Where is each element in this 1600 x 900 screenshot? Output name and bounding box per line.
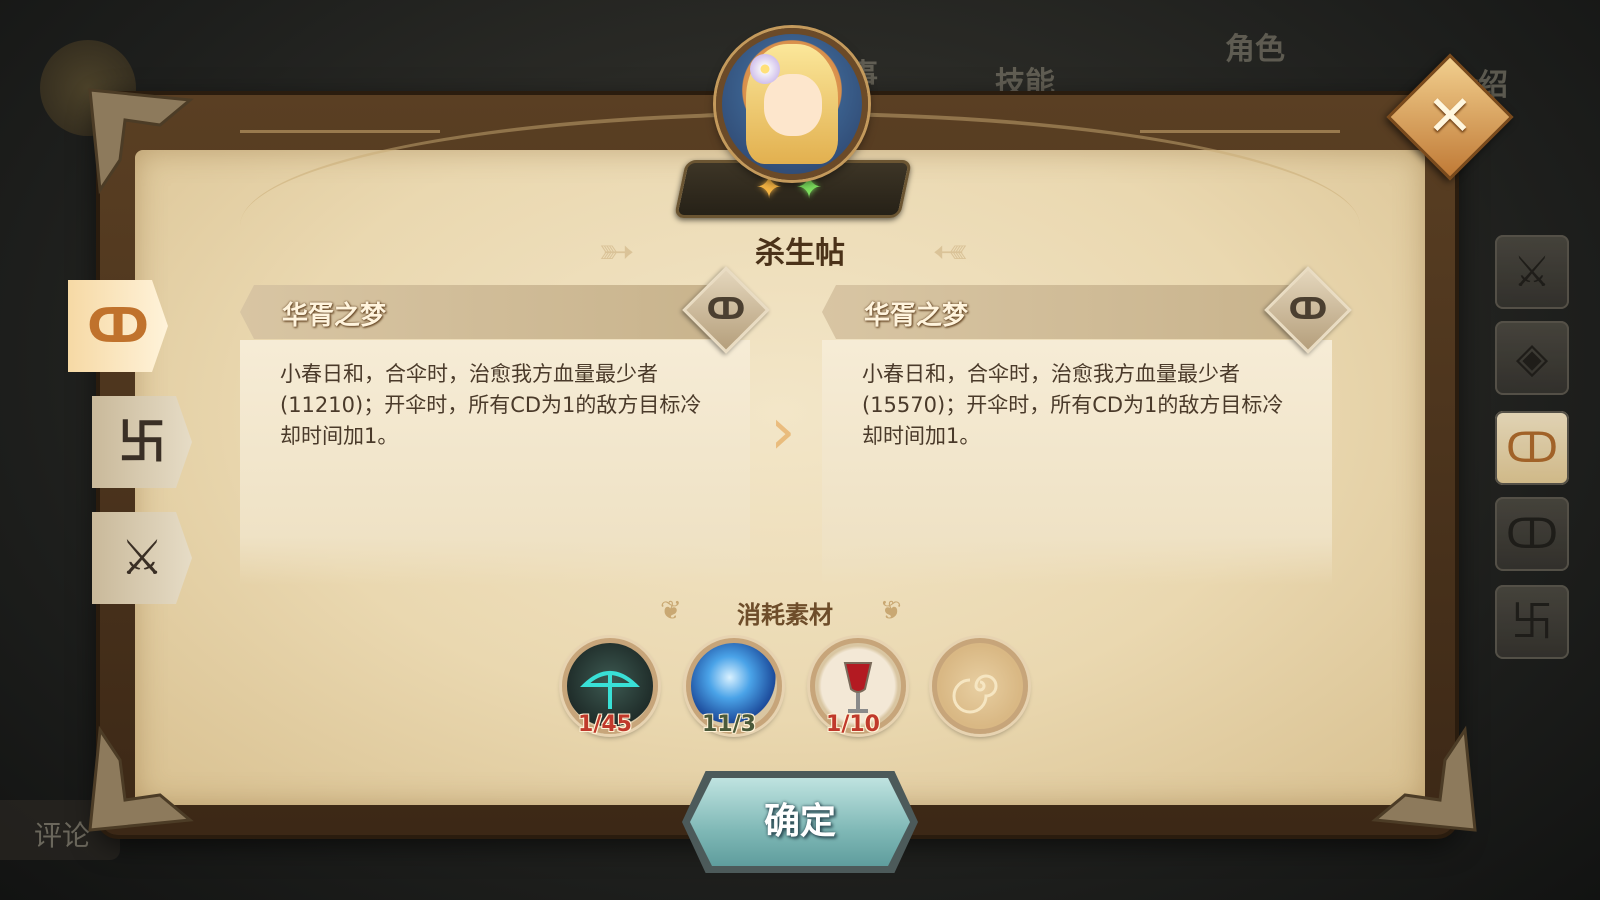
frame-line-right: [1140, 130, 1340, 133]
character-avatar: [716, 28, 868, 180]
close-icon: ✕: [1426, 84, 1474, 149]
bg-tab-character[interactable]: 角色: [1225, 24, 1285, 68]
crossed-swords-icon[interactable]: ⚔: [1495, 235, 1569, 309]
material-count: 1/10: [826, 712, 880, 737]
materials-title: 消耗素材: [737, 601, 833, 629]
material-count: 11/3: [702, 712, 756, 737]
corner-ornament-bottom-left: [80, 720, 200, 840]
tab-pattern[interactable]: 卐: [92, 396, 192, 488]
wing-right-icon: ❦: [880, 596, 902, 626]
swirl-icon: ↀ: [706, 292, 746, 327]
confirm-button[interactable]: 确定: [690, 778, 910, 866]
diamond-emblem-icon[interactable]: ◈: [1495, 321, 1569, 395]
flame-swirl-icon[interactable]: ↀ: [1495, 411, 1569, 485]
material-gold-swirl-coin[interactable]: [932, 638, 1028, 734]
wing-left-icon: ❦: [660, 596, 682, 626]
current-skill-card: 华胥之梦 ↀ 小春日和，合伞时，治愈我方血量最少者(11210)；开伞时，所有C…: [240, 266, 770, 585]
tab-crossed-swords[interactable]: ⚔: [92, 512, 192, 604]
pattern-icon[interactable]: 卐: [1495, 585, 1569, 659]
avatar-face: [764, 74, 822, 136]
skill-name: 华胥之梦: [282, 301, 387, 331]
flower-icon: [750, 54, 780, 84]
swirl-icon[interactable]: ↀ: [1495, 497, 1569, 571]
skill-description: 小春日和，合伞时，治愈我方血量最少者(15570)；开伞时，所有CD为1的敌方目…: [862, 362, 1284, 448]
next-skill-card: 华胥之梦 ↀ 小春日和，合伞时，治愈我方血量最少者(15570)；开伞时，所有C…: [822, 266, 1352, 585]
skill-name: 华胥之梦: [864, 301, 969, 331]
confirm-label: 确定: [763, 801, 836, 842]
skill-description: 小春日和，合伞时，治愈我方血量最少者(11210)；开伞时，所有CD为1的敌方目…: [280, 362, 702, 448]
upgrade-arrow-icon: ›: [770, 395, 796, 469]
title-arrow-right-icon: ➳: [932, 226, 969, 277]
material-count: 1/45: [578, 712, 632, 737]
frame-line-left: [240, 130, 440, 133]
tab-skill-upgrade[interactable]: ↀ: [68, 280, 168, 372]
corner-ornament-bottom-right: [1365, 720, 1485, 840]
swirl-icon: ↀ: [1288, 292, 1328, 327]
swirl-coin-icon: [952, 674, 998, 714]
right-skill-strip: ⚔ ◈ ↀ ↀ 卐: [1495, 235, 1575, 675]
corner-ornament-top-left: [80, 80, 200, 200]
